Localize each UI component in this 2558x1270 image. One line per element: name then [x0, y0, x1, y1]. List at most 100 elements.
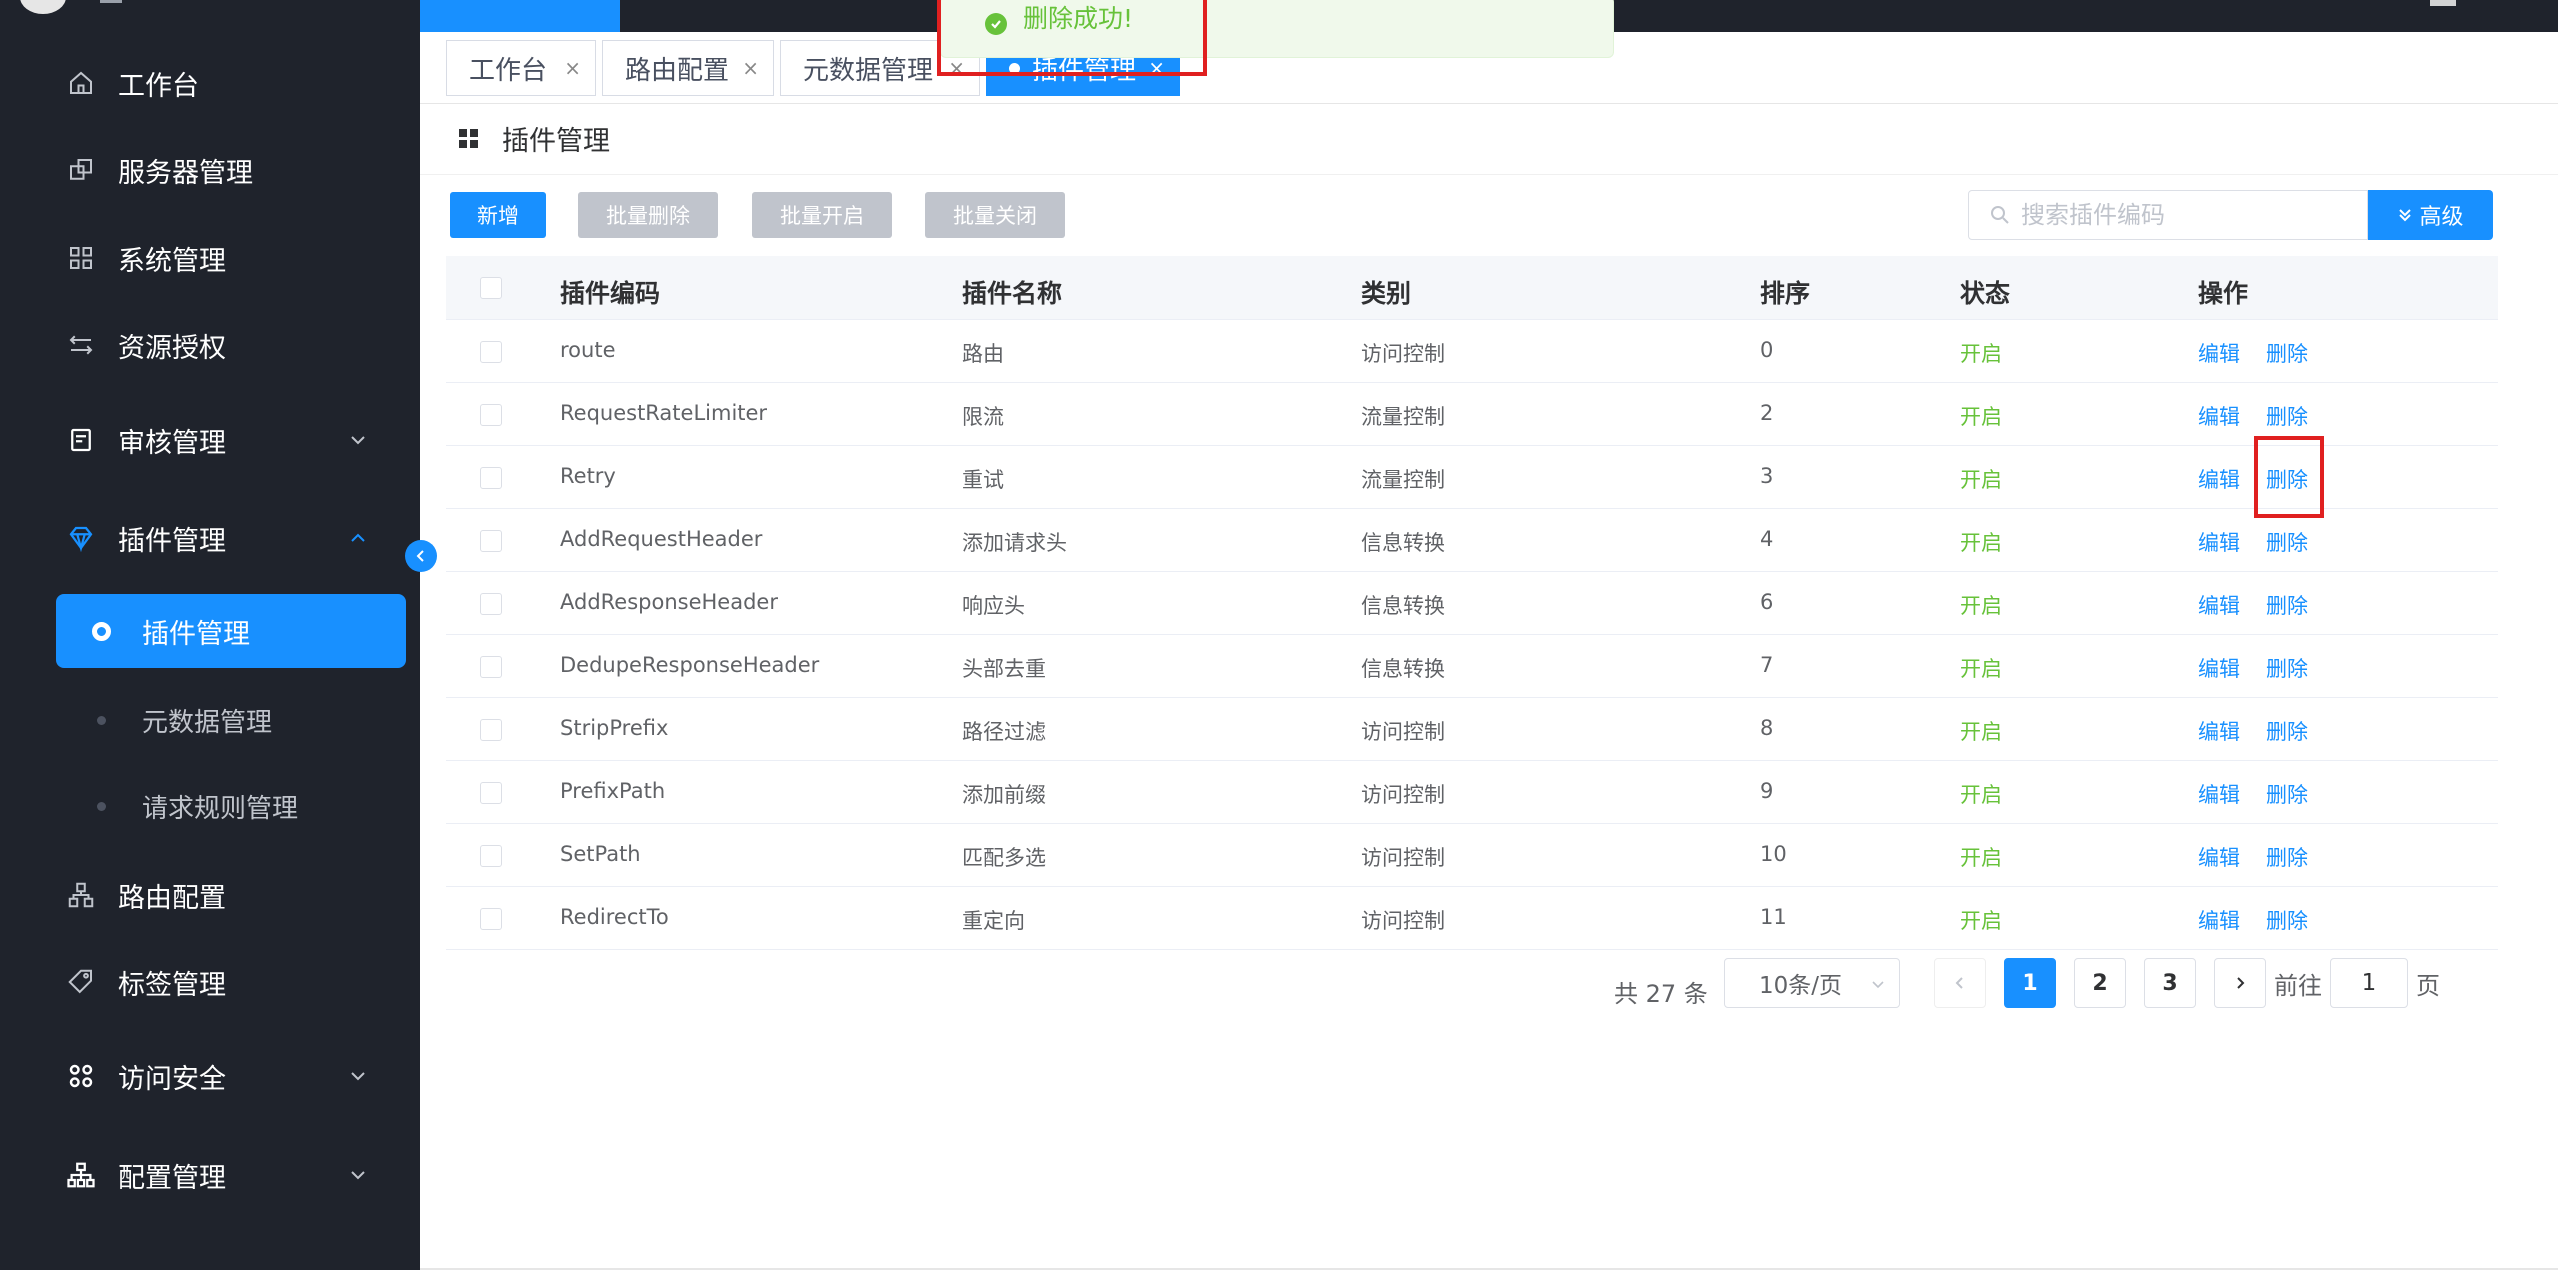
- batch-disable-button[interactable]: 批量关闭: [925, 192, 1065, 238]
- delete-button[interactable]: 删除: [2266, 842, 2308, 872]
- cell-name: 匹配多选: [962, 846, 1046, 870]
- home-icon: [66, 68, 96, 98]
- edit-button[interactable]: 编辑: [2198, 590, 2240, 620]
- delete-button[interactable]: 删除: [2266, 338, 2308, 368]
- tab-label: 路由配置: [625, 55, 730, 86]
- cell-name: 限流: [962, 405, 1004, 429]
- edit-button[interactable]: 编辑: [2198, 905, 2240, 935]
- double-chevron-down-icon: [2399, 209, 2412, 222]
- diamond-icon: [66, 523, 96, 553]
- table-header: 插件编码 插件名称 类别 排序 状态 操作: [446, 256, 2498, 320]
- batch-delete-button[interactable]: 批量删除: [578, 192, 718, 238]
- delete-button[interactable]: 删除: [2266, 779, 2308, 809]
- edit-button[interactable]: 编辑: [2198, 779, 2240, 809]
- close-icon[interactable]: ×: [564, 56, 581, 80]
- page-size-select[interactable]: 10条/页: [1724, 958, 1900, 1008]
- chevron-right-icon: [2237, 977, 2245, 989]
- sidebar-item-plugin[interactable]: 插件管理: [0, 508, 420, 568]
- search-input[interactable]: [2021, 197, 2351, 233]
- prev-page-button[interactable]: [1934, 958, 1986, 1008]
- sidebar-item-system[interactable]: 系统管理: [0, 228, 420, 288]
- add-button[interactable]: 新增: [450, 192, 546, 238]
- row-checkbox[interactable]: [480, 341, 502, 363]
- edit-button[interactable]: 编辑: [2198, 401, 2240, 431]
- sidebar-subitem-metadata[interactable]: 元数据管理: [0, 690, 420, 750]
- delete-button[interactable]: 删除: [2266, 653, 2308, 683]
- close-icon[interactable]: ×: [742, 56, 759, 80]
- dot-icon: [97, 715, 106, 725]
- cell-category: 流量控制: [1361, 468, 1445, 492]
- delete-button[interactable]: 删除: [2266, 527, 2308, 557]
- cell-category: 信息转换: [1361, 594, 1445, 618]
- row-checkbox[interactable]: [480, 593, 502, 615]
- sidebar-subitem-label: 插件管理: [142, 618, 250, 650]
- edit-button[interactable]: 编辑: [2198, 842, 2240, 872]
- sidebar-collapse-button[interactable]: [405, 540, 437, 572]
- select-all-checkbox[interactable]: [480, 277, 502, 299]
- tab-route-config[interactable]: 路由配置 ×: [602, 40, 774, 96]
- delete-button[interactable]: 删除: [2266, 401, 2308, 431]
- row-checkbox[interactable]: [480, 467, 502, 489]
- cell-code: DedupeResponseHeader: [560, 653, 820, 677]
- delete-button[interactable]: 删除: [2266, 716, 2308, 746]
- edit-button[interactable]: 编辑: [2198, 527, 2240, 557]
- chevron-down-icon: [346, 1163, 370, 1187]
- sidebar-item-server[interactable]: 服务器管理: [0, 140, 420, 200]
- cell-code: StripPrefix: [560, 716, 669, 740]
- sidebar-item-label: 配置管理: [118, 1162, 226, 1194]
- row-checkbox[interactable]: [480, 404, 502, 426]
- delete-button[interactable]: 删除: [2266, 905, 2308, 935]
- goto-label: 前往: [2274, 971, 2322, 1000]
- edit-button[interactable]: 编辑: [2198, 338, 2240, 368]
- highlight-box: [937, 0, 1207, 76]
- sidebar-item-access-security[interactable]: 访问安全: [0, 1046, 420, 1106]
- row-checkbox[interactable]: [480, 656, 502, 678]
- sidebar-item-route-config[interactable]: 路由配置: [0, 865, 420, 925]
- row-checkbox[interactable]: [480, 845, 502, 867]
- edit-button[interactable]: 编辑: [2198, 716, 2240, 746]
- cell-sort: 6: [1760, 590, 1774, 614]
- goto-page-input[interactable]: 1: [2330, 958, 2408, 1008]
- table-row: route 路由 访问控制 0 开启 编辑 删除: [446, 320, 2498, 383]
- cell-status: 开启: [1960, 594, 2002, 618]
- column-header: 插件编码: [560, 279, 661, 308]
- row-checkbox[interactable]: [480, 530, 502, 552]
- sidebar-item-audit[interactable]: 审核管理: [0, 410, 420, 470]
- row-checkbox[interactable]: [480, 782, 502, 804]
- sidebar-subitem-request-rules[interactable]: 请求规则管理: [0, 776, 420, 836]
- logo: [20, 0, 66, 14]
- row-checkbox[interactable]: [480, 719, 502, 741]
- batch-enable-button[interactable]: 批量开启: [752, 192, 892, 238]
- edit-button[interactable]: 编辑: [2198, 464, 2240, 494]
- edit-button[interactable]: 编辑: [2198, 653, 2240, 683]
- column-header: 类别: [1361, 279, 1412, 308]
- user-menu-icon[interactable]: [2430, 0, 2456, 6]
- sidebar-item-label: 路由配置: [118, 882, 226, 914]
- cell-status: 开启: [1960, 783, 2002, 807]
- chevron-up-icon: [346, 526, 370, 550]
- row-checkbox[interactable]: [480, 908, 502, 930]
- sidebar-item-config-manage[interactable]: 配置管理: [0, 1145, 420, 1205]
- delete-button[interactable]: 删除: [2266, 590, 2308, 620]
- sidebar-item-label: 标签管理: [118, 969, 226, 1001]
- page-button-1[interactable]: 1: [2004, 958, 2056, 1008]
- sidebar-item-workbench[interactable]: 工作台: [0, 53, 420, 113]
- page-button-3[interactable]: 3: [2144, 958, 2196, 1008]
- active-dot-icon: [92, 621, 111, 641]
- cell-sort: 7: [1760, 653, 1774, 677]
- table-row: RedirectTo 重定向 访问控制 11 开启 编辑 删除: [446, 887, 2498, 950]
- cell-status: 开启: [1960, 405, 2002, 429]
- cell-code: PrefixPath: [560, 779, 666, 803]
- grid-icon: [458, 126, 480, 148]
- sidebar-item-tag-manage[interactable]: 标签管理: [0, 952, 420, 1012]
- sidebar-item-resource-auth[interactable]: 资源授权: [0, 315, 420, 375]
- tab-workbench[interactable]: 工作台 ×: [446, 40, 596, 96]
- next-page-button[interactable]: [2214, 958, 2266, 1008]
- sidebar-subitem-plugin-manage[interactable]: 插件管理: [56, 594, 406, 668]
- sidebar-subitem-label: 请求规则管理: [142, 793, 299, 824]
- advanced-search-button[interactable]: 高级: [2368, 190, 2493, 240]
- top-nav-active-tab[interactable]: [420, 0, 620, 32]
- page-button-2[interactable]: 2: [2074, 958, 2126, 1008]
- page-title-text: 插件管理: [502, 125, 610, 157]
- transfer-icon: [66, 330, 96, 360]
